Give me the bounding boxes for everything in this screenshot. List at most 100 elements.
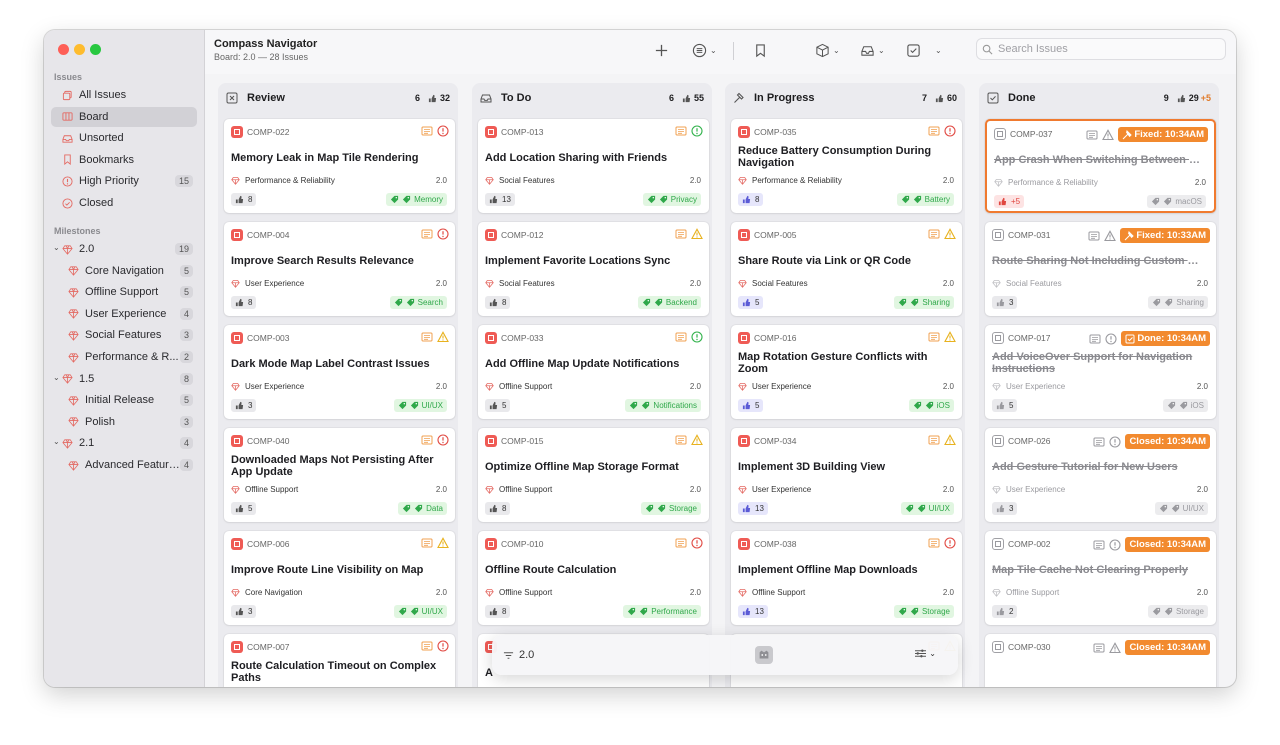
- issue-type-icon: [231, 229, 243, 241]
- issue-title: Route Sharing Not Including Custom Wa...: [992, 255, 1208, 267]
- issue-card[interactable]: COMP-030 Closed: 10:34AM: [985, 634, 1216, 687]
- chevron-down-icon[interactable]: ⌄: [53, 243, 60, 252]
- issue-tag: Sharing: [894, 296, 954, 309]
- bookmark-button[interactable]: [753, 41, 768, 59]
- points-icon: [742, 401, 751, 410]
- sidebar-item-unsorted[interactable]: Unsorted: [51, 128, 197, 148]
- sidebar-item-label: Polish: [85, 415, 115, 428]
- filter-lines-icon: [503, 651, 514, 659]
- warning-icon: [437, 537, 449, 549]
- sidebar-milestone-2-0[interactable]: ⌄ 2.0 19: [51, 239, 197, 259]
- list-menu-button[interactable]: ⌄: [692, 41, 717, 59]
- issue-title: Dark Mode Map Label Contrast Issues: [231, 358, 430, 370]
- filter-button[interactable]: 2.0: [503, 649, 534, 661]
- filter-bar: 2.0 ⌄: [492, 635, 958, 675]
- package-menu-button[interactable]: ⌄: [815, 41, 840, 59]
- notes-icon: [675, 126, 687, 136]
- issue-card[interactable]: COMP-022 Memory Leak in Map Tile Renderin…: [224, 119, 455, 213]
- sliders-icon: [915, 649, 927, 658]
- issue-card[interactable]: COMP-007 Route Calculation Timeout on Com…: [224, 634, 455, 687]
- sidebar-milestone-polish[interactable]: Polish 3: [51, 412, 197, 432]
- issue-milestone: Performance & Reliability: [738, 176, 842, 185]
- issue-points: 8: [231, 193, 257, 206]
- issue-card[interactable]: COMP-033 Add Offline Map Update Notificat…: [478, 325, 709, 419]
- issue-card[interactable]: COMP-010 Offline Route Calculation Offline…: [478, 531, 709, 625]
- issue-key: COMP-035: [754, 127, 797, 137]
- sidebar-milestone-initial-release[interactable]: Initial Release 5: [51, 390, 197, 410]
- issue-card[interactable]: COMP-031 Fixed: 10:33AM Route Sharing Not …: [985, 222, 1216, 316]
- view-options-button[interactable]: ⌄: [914, 648, 936, 659]
- issue-version: 2.0: [689, 382, 701, 391]
- sidebar-item-high-priority[interactable]: High Priority 15: [51, 171, 197, 191]
- points-icon: [742, 195, 751, 204]
- issue-card[interactable]: COMP-005 Share Route via Link or QR Code S…: [731, 222, 962, 316]
- issue-milestone: User Experience: [992, 485, 1065, 494]
- issue-card[interactable]: COMP-017 Done: 10:34AM Add VoiceOver Suppo…: [985, 325, 1216, 419]
- tag-icon: [913, 195, 921, 204]
- issue-card[interactable]: COMP-038 Implement Offline Map Downloads O…: [731, 531, 962, 625]
- issue-card[interactable]: COMP-004 Improve Search Results Relevance…: [224, 222, 455, 316]
- sidebar-item-count: 4: [179, 437, 193, 450]
- zoom-window-button[interactable]: [90, 44, 101, 55]
- issue-tag: Battery: [896, 193, 954, 206]
- issue-card[interactable]: COMP-013 Add Location Sharing with Friend…: [478, 119, 709, 213]
- issue-title: Improve Search Results Relevance: [231, 255, 414, 267]
- sidebar-item-count: 19: [174, 243, 193, 255]
- sidebar-item-label: Core Navigation: [85, 264, 164, 277]
- issue-flags: Closed: 10:34AM: [1089, 434, 1210, 449]
- points-icon: [742, 607, 751, 616]
- issue-card[interactable]: COMP-035 Reduce Battery Consumption Durin…: [731, 119, 962, 213]
- issue-title: Downloaded Maps Not Persisting After App…: [231, 454, 434, 478]
- hammer-icon: [1124, 230, 1135, 240]
- sidebar-item-count: 3: [179, 415, 193, 428]
- issue-card[interactable]: COMP-026 Closed: 10:34AM Add Gesture Tutor…: [985, 428, 1216, 522]
- tag-icon: [1167, 401, 1175, 410]
- sidebar-item-count: 15: [174, 175, 193, 188]
- issue-card[interactable]: COMP-012 Implement Favorite Locations Syn…: [478, 222, 709, 316]
- sidebar-milestone-performance-r[interactable]: Performance & R... 2: [51, 347, 197, 367]
- issue-card[interactable]: COMP-002 Closed: 10:34AM Map Tile Cache No…: [985, 531, 1216, 625]
- sidebar-item-count: 4: [179, 459, 193, 471]
- checklist-menu-button[interactable]: ⌄: [932, 41, 942, 59]
- search-field[interactable]: Search Issues: [976, 38, 1226, 60]
- sidebar-milestone-advanced-features[interactable]: Advanced Features 4: [51, 455, 197, 475]
- issue-card[interactable]: COMP-003 Dark Mode Map Label Contrast Iss…: [224, 325, 455, 419]
- sidebar-item-bookmarks[interactable]: Bookmarks: [51, 150, 197, 170]
- issue-flags: [671, 125, 703, 137]
- tag-icon: [898, 607, 907, 616]
- issue-title: App Crash When Switching Between Rou...: [994, 154, 1206, 166]
- issue-version: 2.0: [1196, 485, 1208, 494]
- issue-card[interactable]: COMP-037 Fixed: 10:34AM App Crash When Swi…: [985, 119, 1216, 213]
- sidebar-milestone-1-5[interactable]: ⌄ 1.5 8: [51, 369, 197, 389]
- sidebar-milestone-core-navigation[interactable]: Core Navigation 5: [51, 261, 197, 281]
- issue-card[interactable]: COMP-034 Implement 3D Building View User E…: [731, 428, 962, 522]
- chevron-down-icon[interactable]: ⌄: [53, 437, 60, 446]
- points-icon: [428, 94, 437, 102]
- issue-milestone: User Experience: [231, 279, 304, 288]
- sidebar-item-closed[interactable]: Closed: [51, 193, 197, 213]
- checklist-button[interactable]: [906, 41, 921, 59]
- column-header: To Do 6 55: [472, 83, 712, 113]
- inbox-menu-button[interactable]: ⌄: [860, 41, 885, 59]
- issue-version: 2.0: [689, 485, 701, 494]
- sidebar-milestone-2-1[interactable]: ⌄ 2.1 4: [51, 433, 197, 453]
- chevron-down-icon[interactable]: ⌄: [53, 373, 60, 382]
- tag-icon: [1152, 197, 1160, 206]
- minimize-window-button[interactable]: [74, 44, 85, 55]
- issue-card[interactable]: COMP-006 Improve Route Line Visibility on…: [224, 531, 455, 625]
- sidebar-item-all-issues[interactable]: All Issues: [51, 85, 197, 105]
- close-window-button[interactable]: [58, 44, 69, 55]
- issue-key: COMP-030: [1008, 642, 1051, 652]
- issue-milestone: Offline Support: [485, 485, 552, 494]
- sidebar-milestone-offline-support[interactable]: Offline Support 5: [51, 282, 197, 302]
- issue-card[interactable]: COMP-040 Downloaded Maps Not Persisting A…: [224, 428, 455, 522]
- issue-flags: [924, 537, 956, 549]
- tag-icon: [630, 401, 638, 410]
- add-issue-button[interactable]: [654, 41, 669, 59]
- issue-card[interactable]: COMP-016 Map Rotation Gesture Conflicts w…: [731, 325, 962, 419]
- issue-card[interactable]: COMP-015 Optimize Offline Map Storage For…: [478, 428, 709, 522]
- sidebar-item-board[interactable]: Board: [51, 106, 197, 127]
- sidebar-milestone-user-experience[interactable]: User Experience 4: [51, 304, 197, 324]
- sidebar-milestone-social-features[interactable]: Social Features 3: [51, 325, 197, 345]
- issue-tag: Storage: [1147, 605, 1208, 618]
